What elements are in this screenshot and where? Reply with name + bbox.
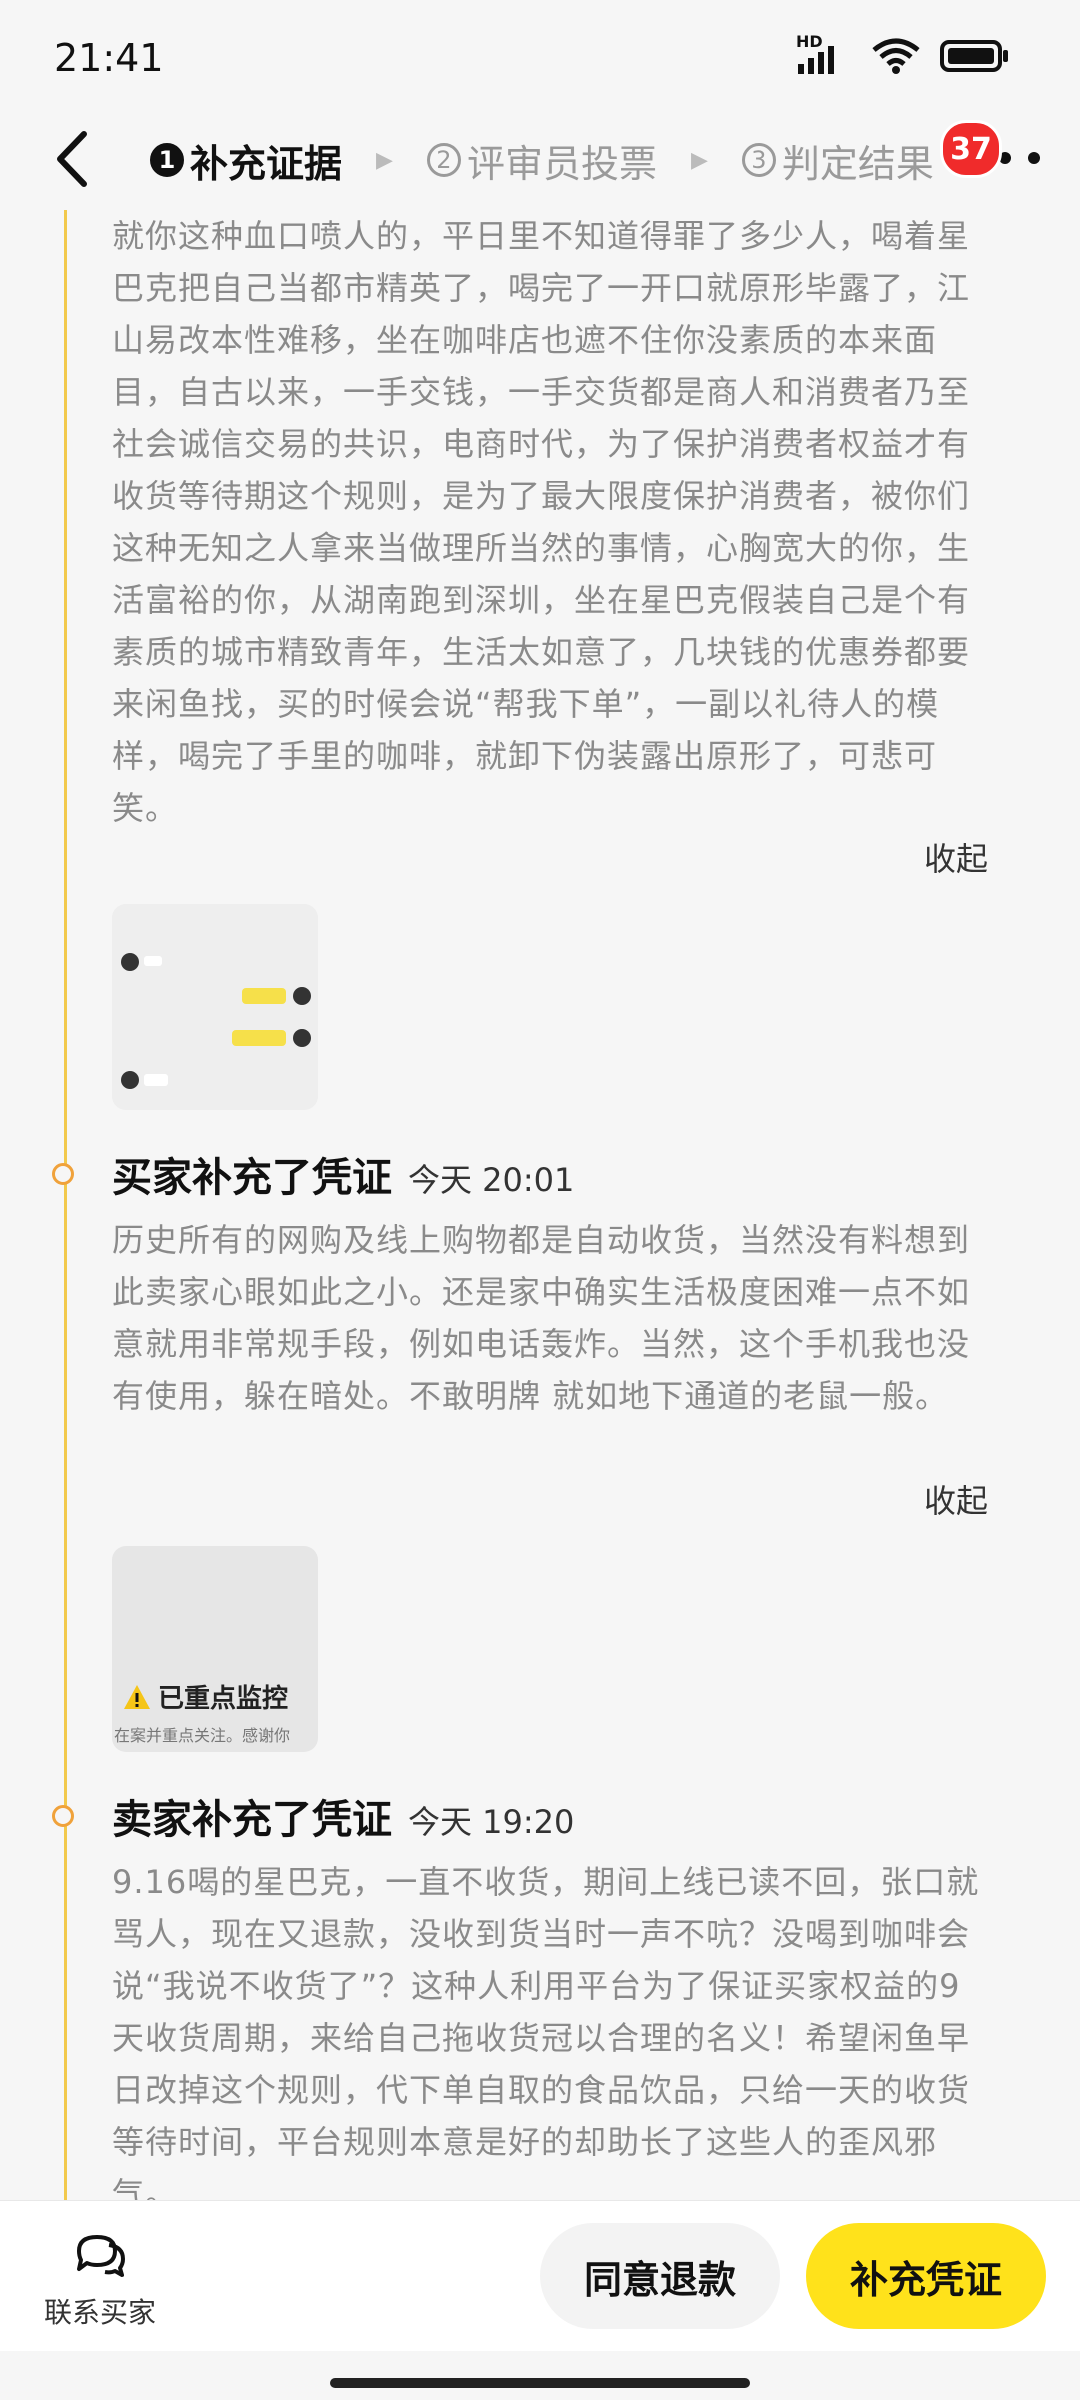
evidence-text: 历史所有的网购及线上购物都是自动收货，当然没有料想到此卖家心眼如此之小。还是家中…: [112, 1221, 971, 1415]
entry-title: 买家补充了凭证: [112, 1155, 392, 1201]
more-button[interactable]: 37: [940, 120, 1040, 178]
signal-icon: HD: [796, 32, 852, 78]
arrow-right-icon: ▶: [376, 147, 393, 173]
status-time: 21:41: [54, 36, 164, 80]
timeline-dot: [52, 1805, 74, 1827]
status-icons: HD: [796, 32, 1010, 80]
step-number: 1: [150, 143, 184, 177]
header: 1 补充证据 ▶ 2 评审员投票 ▶ 3 判定结果 37: [0, 110, 1080, 210]
status-bar: 21:41 HD: [0, 0, 1080, 120]
chevron-left-icon: [57, 131, 87, 187]
step-supplement-evidence[interactable]: 1 补充证据: [150, 133, 342, 188]
monitor-title: 已重点监控: [158, 1684, 289, 1714]
bottom-action-bar: 联系买家 同意退款 补充凭证: [0, 2200, 1080, 2351]
entry-header: 卖家补充了凭证 今天 19:20: [112, 1787, 574, 1845]
evidence-text: 就你这种血口喷人的，平日里不知道得罪了多少人，喝着星巴克把自己当都市精英了，喝完…: [112, 217, 971, 827]
step-number: 3: [741, 143, 776, 177]
step-label: 判定结果: [781, 141, 934, 186]
entry-header: 买家补充了凭证 今天 20:01: [112, 1145, 574, 1203]
step-reviewer-vote[interactable]: 2 评审员投票: [426, 133, 657, 188]
step-label: 评审员投票: [466, 141, 657, 186]
monitor-subtitle: 在案并重点关注。感谢你: [114, 1726, 291, 1745]
wifi-icon: [870, 36, 922, 80]
step-label: 补充证据: [190, 141, 343, 186]
collapse-link[interactable]: 收起: [924, 834, 988, 880]
warning-icon: [124, 1684, 150, 1709]
back-button[interactable]: [40, 124, 110, 194]
add-evidence-button[interactable]: 补充凭证: [806, 2223, 1046, 2329]
evidence-text: 9.16喝的星巴克，一直不收货，期间上线已读不回，张口就骂人，现在又退款，没收到…: [112, 1863, 980, 2200]
agree-refund-button[interactable]: 同意退款: [540, 2223, 780, 2329]
collapse-link[interactable]: 收起: [924, 1476, 988, 1522]
entry-title: 卖家补充了凭证: [112, 1797, 392, 1843]
timeline-dot: [52, 1163, 74, 1185]
arrow-right-icon: ▶: [690, 147, 708, 173]
entry-time: 今天 19:20: [408, 1803, 575, 1841]
notification-badge: 37: [940, 120, 1002, 178]
home-indicator[interactable]: [330, 2378, 750, 2388]
evidence-timeline[interactable]: 就你这种血口喷人的，平日里不知道得罪了多少人，喝着星巴克把自己当都市精英了，喝完…: [0, 210, 1080, 2200]
progress-steps: 1 补充证据 ▶ 2 评审员投票 ▶ 3 判定结果: [150, 130, 934, 190]
battery-icon: [940, 39, 1010, 77]
chat-screenshot-image: [112, 904, 318, 1110]
monitor-notice: 已重点监控: [122, 1678, 288, 1715]
chat-bubble-icon: [77, 2235, 125, 2277]
evidence-image-thumbnail[interactable]: [112, 904, 318, 1110]
contact-buyer-label: 联系买家: [43, 2296, 156, 2329]
step-number: 2: [426, 143, 461, 177]
contact-buyer-button[interactable]: 联系买家: [40, 2231, 160, 2331]
entry-time: 今天 20:01: [408, 1161, 575, 1199]
evidence-image-thumbnail[interactable]: 已重点监控 在案并重点关注。感谢你: [112, 1546, 318, 1752]
step-verdict[interactable]: 3 判定结果: [741, 133, 934, 188]
timeline-line: [64, 210, 67, 2200]
more-dot-icon: [1028, 152, 1040, 164]
